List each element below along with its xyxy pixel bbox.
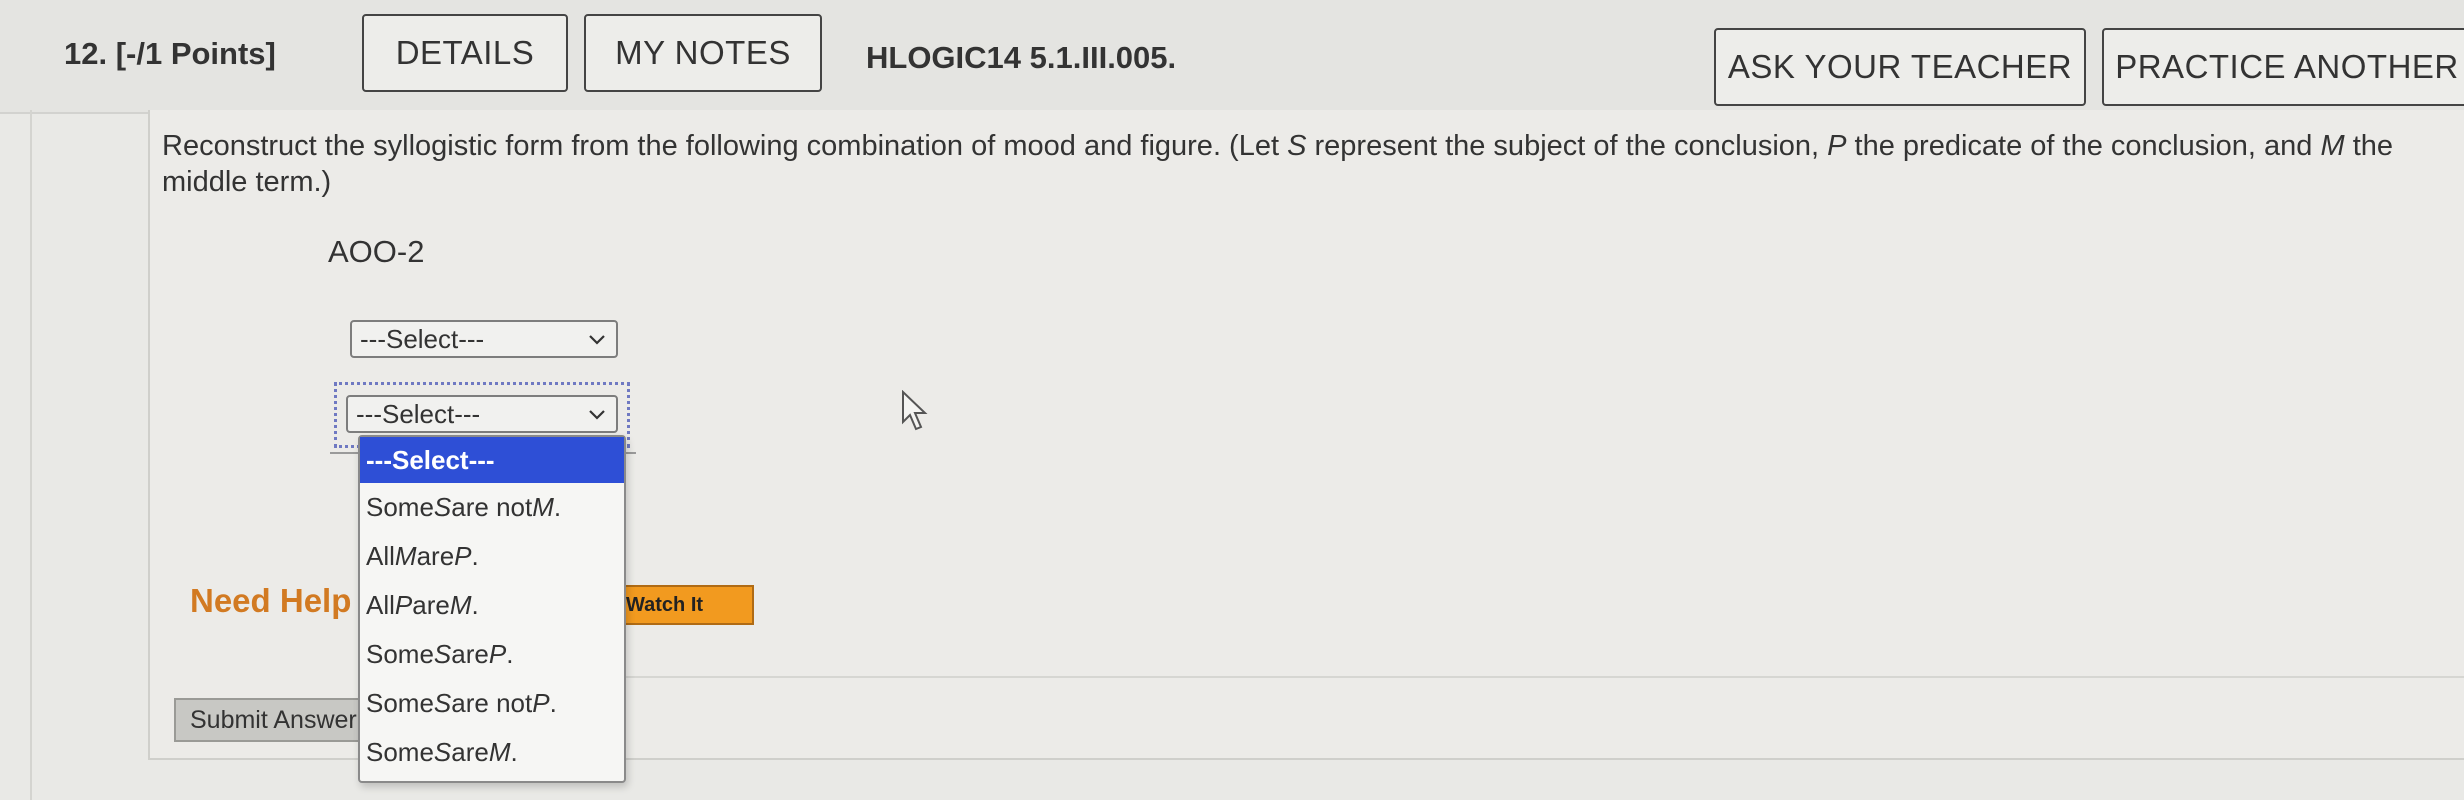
dropdown-option[interactable]: Some S are P. xyxy=(360,630,624,679)
left-rail xyxy=(30,110,32,800)
chevron-down-icon xyxy=(588,328,606,356)
section-divider xyxy=(362,676,2464,678)
submit-answer-button[interactable]: Submit Answer xyxy=(174,698,360,742)
need-help-label: Need Help xyxy=(190,582,352,619)
select-value: ---Select--- xyxy=(360,323,485,354)
premise-2-dropdown-list: ---Select--- Some S are not M. All M are… xyxy=(358,435,626,783)
premise-1-select[interactable]: ---Select--- xyxy=(350,320,618,358)
dropdown-option[interactable]: Some S are M. xyxy=(360,728,624,777)
dropdown-option[interactable]: All P are M. xyxy=(360,581,624,630)
mood-figure-code: AOO-2 xyxy=(328,234,425,269)
dropdown-option[interactable]: All M are P. xyxy=(360,532,624,581)
select-value: ---Select--- xyxy=(356,398,481,429)
dropdown-option-select[interactable]: ---Select--- xyxy=(360,437,624,483)
chevron-down-icon xyxy=(588,403,606,431)
mouse-pointer-icon xyxy=(900,389,934,439)
question-number-points: 12. [-/1 Points] xyxy=(64,36,276,71)
ask-your-teacher-button[interactable]: ASK YOUR TEACHER xyxy=(1714,28,2086,106)
question-id: HLOGIC14 5.1.III.005. xyxy=(866,40,1177,75)
dropdown-option[interactable]: Some S are not M. xyxy=(360,483,624,532)
premise-2-select[interactable]: ---Select--- xyxy=(346,395,618,433)
question-prompt: Reconstruct the syllogistic form from th… xyxy=(162,130,2394,198)
my-notes-button[interactable]: MY NOTES xyxy=(584,14,822,92)
watch-it-button[interactable]: Watch It xyxy=(620,585,754,625)
dropdown-option[interactable]: Some S are not P. xyxy=(360,679,624,728)
details-button[interactable]: DETAILS xyxy=(362,14,568,92)
practice-another-button[interactable]: PRACTICE ANOTHER xyxy=(2102,28,2464,106)
